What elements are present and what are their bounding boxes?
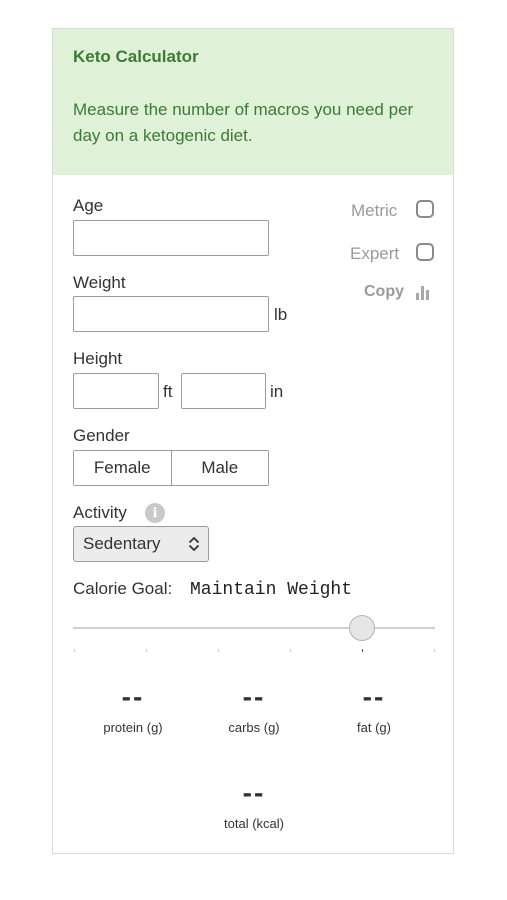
copy-button[interactable]: Copy xyxy=(364,283,404,301)
calorie-goal-slider-track[interactable] xyxy=(73,627,435,629)
expert-label: Expert xyxy=(350,244,400,263)
activity-selected-value: Sedentary xyxy=(83,534,161,553)
height-inches-unit: in xyxy=(270,382,284,401)
calorie-goal-value: Maintain Weight xyxy=(190,580,353,600)
metric-label: Metric xyxy=(351,201,398,220)
calorie-goal-slider-thumb[interactable] xyxy=(349,615,375,641)
calculator-subtitle: Measure the number of macros you need pe… xyxy=(73,100,414,145)
gender-toggle: Female Male xyxy=(73,450,269,486)
activity-label: Activity xyxy=(73,503,127,522)
carbs-label: carbs (g) xyxy=(228,720,280,735)
height-feet-input[interactable] xyxy=(73,373,159,409)
activity-select[interactable]: Sedentary xyxy=(73,526,209,562)
protein-result: -- protein (g) xyxy=(73,681,193,736)
slider-tick xyxy=(146,649,147,652)
protein-label: protein (g) xyxy=(103,720,163,735)
age-label: Age xyxy=(73,196,104,215)
carbs-value: -- xyxy=(242,681,266,712)
age-input[interactable] xyxy=(73,220,269,256)
fat-label: fat (g) xyxy=(357,720,391,735)
calculator-title: Keto Calculator xyxy=(73,47,199,66)
gender-female-button[interactable]: Female xyxy=(74,451,171,485)
height-inches-input[interactable] xyxy=(181,373,266,409)
weight-unit: lb xyxy=(274,305,288,324)
keto-calculator-card: Keto Calculator Measure the number of ma… xyxy=(52,28,454,854)
slider-tick xyxy=(74,649,75,652)
slider-tick xyxy=(434,649,435,652)
slider-tick xyxy=(218,649,219,652)
metric-checkbox[interactable] xyxy=(416,200,434,218)
protein-value: -- xyxy=(121,681,145,712)
info-icon[interactable]: i xyxy=(145,503,165,523)
calorie-goal-label: Calorie Goal: xyxy=(73,579,173,598)
height-label: Height xyxy=(73,349,123,368)
carbs-result: -- carbs (g) xyxy=(194,681,314,736)
weight-label: Weight xyxy=(73,273,126,292)
total-label: total (kcal) xyxy=(224,816,284,831)
fat-value: -- xyxy=(362,681,386,712)
gender-label: Gender xyxy=(73,426,130,445)
bar-chart-icon[interactable] xyxy=(415,284,431,300)
fat-result: -- fat (g) xyxy=(314,681,434,736)
weight-input[interactable] xyxy=(73,296,269,332)
slider-tick xyxy=(290,649,291,652)
select-chevron-icon xyxy=(189,537,199,551)
expert-checkbox[interactable] xyxy=(416,243,434,261)
total-result: -- total (kcal) xyxy=(194,777,314,832)
total-value: -- xyxy=(242,777,266,808)
gender-male-button[interactable]: Male xyxy=(170,451,268,485)
calculator-header: Keto Calculator Measure the number of ma… xyxy=(53,29,453,175)
height-feet-unit: ft xyxy=(163,382,173,401)
slider-tick-active xyxy=(362,649,363,652)
